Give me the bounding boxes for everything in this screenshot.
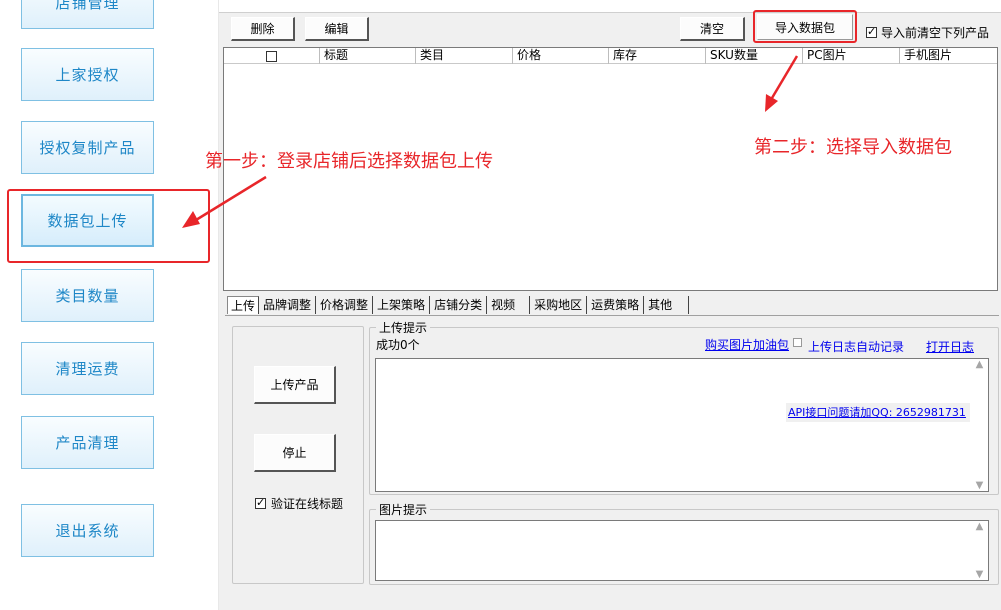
sidebar-item-clear-shipping[interactable]: 清理运费 (21, 342, 154, 395)
tab-upload[interactable]: 上传 (227, 296, 260, 314)
scroll-up-icon[interactable]: ▲ (976, 521, 984, 532)
clear-before-import-option[interactable]: 导入前清空下列产品 (866, 24, 989, 41)
buy-image-pack-link[interactable]: 购买图片加油包 (705, 336, 789, 353)
image-tip-textarea[interactable]: ▲ ▼ (375, 520, 989, 581)
clear-button[interactable]: 清空 (680, 17, 745, 41)
sidebar-item-shop-management[interactable]: 店铺管理 (21, 0, 154, 29)
grid-header-mobile-image[interactable]: 手机图片 (900, 48, 997, 64)
verify-title-label: 验证在线标题 (271, 497, 344, 511)
tab-brand-adjust[interactable]: 品牌调整 (259, 296, 317, 314)
select-all-checkbox[interactable] (266, 50, 277, 62)
sidebar-item-auth-copy-products[interactable]: 授权复制产品 (21, 121, 154, 174)
verify-title-option[interactable]: 验证在线标题 (255, 495, 343, 512)
grid-header-select-all[interactable] (224, 48, 320, 64)
tab-shop-category[interactable]: 店铺分类 (430, 296, 488, 314)
annotation-step2: 第二步：选择导入数据包 (754, 137, 952, 158)
sidebar: 店铺管理 上家授权 授权复制产品 数据包上传 类目数量 清理运费 产品清理 退出… (0, 0, 218, 610)
stop-button[interactable]: 停止 (254, 434, 336, 472)
api-qq-notice-link[interactable]: API接口问题请加QQ: 2652981731 (786, 403, 970, 422)
grid-header-price[interactable]: 价格 (513, 48, 609, 64)
grid-header-title[interactable]: 标题 (320, 48, 416, 64)
main-panel: 删除 编辑 清空 导入数据包 导入前清空下列产品 标题 类目 价格 库存 SKU… (219, 0, 1001, 610)
import-package-button[interactable]: 导入数据包 (757, 14, 853, 40)
scroll-down-icon[interactable]: ▼ (976, 480, 984, 491)
image-tip-scrollbar[interactable]: ▲ ▼ (971, 521, 988, 580)
upload-log-textarea[interactable]: API接口问题请加QQ: 2652981731 ▲ ▼ (375, 358, 989, 492)
upload-tip-title: 上传提示 (376, 319, 431, 336)
grid-header: 标题 类目 价格 库存 SKU数量 PC图片 手机图片 (224, 48, 997, 64)
grid-header-category[interactable]: 类目 (416, 48, 513, 64)
grid-header-sku-count[interactable]: SKU数量 (706, 48, 803, 64)
top-strip-border (219, 12, 1001, 13)
auto-log-label: 上传日志自动记录 (808, 340, 905, 354)
top-strip (219, 0, 1001, 12)
upload-success-count: 成功0个 (376, 338, 420, 352)
edit-button[interactable]: 编辑 (305, 17, 369, 41)
clear-before-import-label: 导入前清空下列产品 (881, 26, 990, 40)
delete-button[interactable]: 删除 (231, 17, 295, 41)
tab-price-adjust[interactable]: 价格调整 (316, 296, 374, 314)
tab-video[interactable]: 视频 (487, 296, 531, 314)
grid-header-stock[interactable]: 库存 (609, 48, 706, 64)
verify-title-checkbox[interactable] (255, 496, 266, 509)
scroll-up-icon[interactable]: ▲ (976, 359, 984, 370)
tab-other[interactable]: 其他 (644, 296, 690, 314)
upload-products-button[interactable]: 上传产品 (254, 366, 336, 404)
sidebar-item-product-cleanup[interactable]: 产品清理 (21, 416, 154, 469)
tab-content-border (225, 315, 999, 316)
tab-listing-strategy[interactable]: 上架策略 (373, 296, 431, 314)
sidebar-item-upstream-auth[interactable]: 上家授权 (21, 48, 154, 101)
scroll-down-icon[interactable]: ▼ (976, 569, 984, 580)
sidebar-item-exit[interactable]: 退出系统 (21, 504, 154, 557)
upload-log-scrollbar[interactable]: ▲ ▼ (971, 359, 988, 491)
image-tip-title: 图片提示 (376, 501, 431, 518)
annotation-step1: 第一步：登录店铺后选择数据包上传 (205, 151, 493, 172)
grid-header-pc-image[interactable]: PC图片 (803, 48, 900, 64)
auto-log-checkbox[interactable] (793, 338, 802, 347)
sidebar-item-category-count[interactable]: 类目数量 (21, 269, 154, 322)
clear-before-import-checkbox[interactable] (866, 25, 877, 38)
tab-purchase-region[interactable]: 采购地区 (530, 296, 588, 314)
tab-shipping-strategy[interactable]: 运费策略 (587, 296, 645, 314)
open-log-link[interactable]: 打开日志 (926, 338, 974, 355)
sidebar-item-package-upload[interactable]: 数据包上传 (21, 194, 154, 247)
function-tabs: 上传 品牌调整 价格调整 上架策略 店铺分类 视频 采购地区 运费策略 其他 (227, 296, 690, 316)
